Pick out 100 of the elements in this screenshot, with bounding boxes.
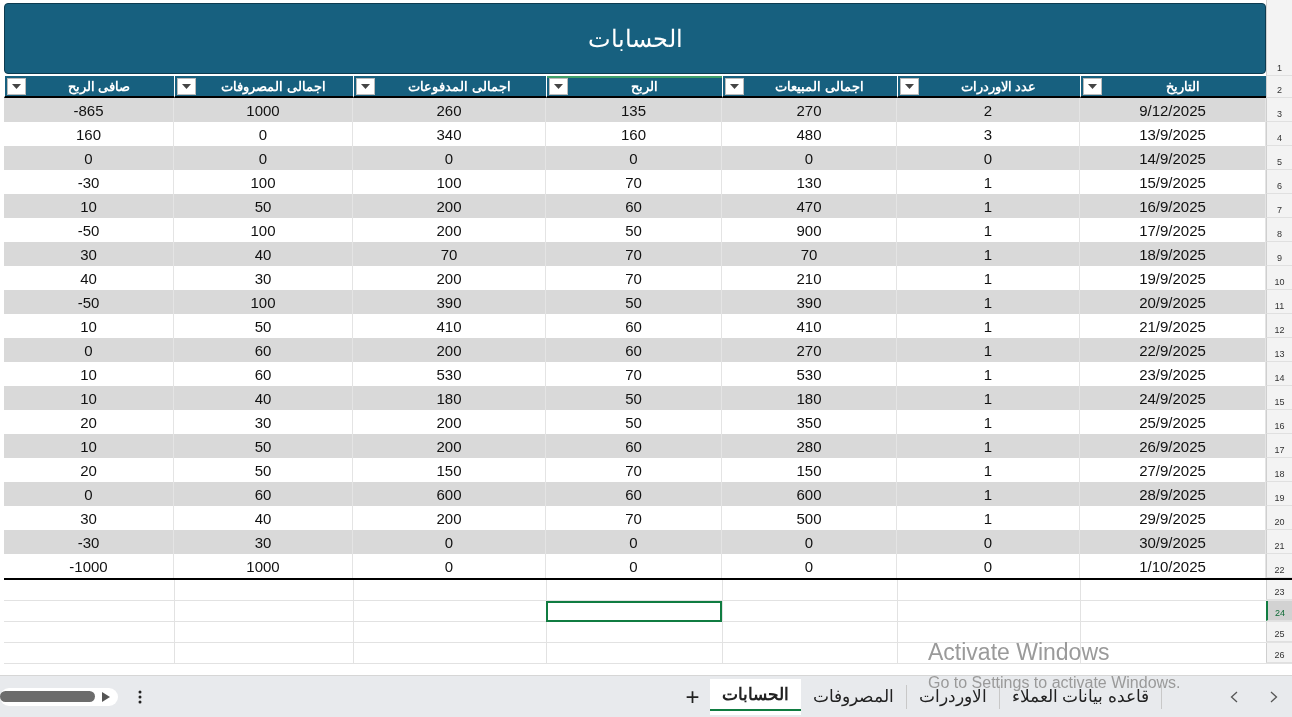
- row-number: 19: [1266, 482, 1292, 506]
- table-cell: 390: [796, 293, 822, 311]
- table-cell: 200: [436, 341, 462, 359]
- table-cell: 50: [625, 221, 642, 239]
- caret-icon: [905, 83, 914, 89]
- row-number[interactable]: 26: [1266, 643, 1292, 663]
- row-number: 13: [1266, 338, 1292, 362]
- table-cell: 0: [444, 149, 454, 167]
- table-cell: 1: [983, 365, 993, 383]
- table-cell: 470: [796, 197, 822, 215]
- table-cell: 70: [625, 509, 642, 527]
- table-cell: 1: [983, 485, 993, 503]
- table-cell: 50: [625, 413, 642, 431]
- table-cell: 13/9/2025: [1139, 125, 1206, 143]
- table-cell: 180: [436, 389, 462, 407]
- table-cell: 340: [436, 125, 462, 143]
- sheet-tab[interactable]: الحسابات: [709, 678, 801, 715]
- column-title: اجمالى المدفوعات: [407, 78, 512, 94]
- filter-dropdown-button[interactable]: [7, 77, 26, 95]
- row-number: 17: [1266, 434, 1292, 458]
- caret-icon: [730, 83, 739, 89]
- row-number[interactable]: 25: [1266, 622, 1292, 642]
- filter-dropdown-button[interactable]: [1083, 77, 1102, 95]
- table-cell: 0: [629, 149, 638, 167]
- table-cell: 0: [804, 533, 814, 551]
- table-cell: 16/9/2025: [1139, 197, 1206, 215]
- table-cell: 1/10/2025: [1139, 557, 1206, 575]
- filter-dropdown-button[interactable]: [549, 77, 568, 95]
- table-cell: 1: [983, 173, 993, 191]
- row-number[interactable]: 23: [1266, 580, 1292, 600]
- table-cell: -50: [77, 293, 100, 311]
- table-cell: 200: [436, 221, 462, 239]
- row-number[interactable]: 24: [1266, 601, 1292, 621]
- table-cell: 600: [796, 485, 822, 503]
- table-cell: 1: [983, 269, 993, 287]
- scroll-right-icon[interactable]: [101, 690, 111, 703]
- table-cell: 50: [254, 461, 272, 479]
- table-cell: 70: [440, 245, 458, 263]
- row-number: 15: [1266, 386, 1292, 410]
- table-cell: 19/9/2025: [1139, 269, 1206, 287]
- title-banner: الحسابات: [4, 3, 1266, 74]
- table-cell: 21/9/2025: [1139, 317, 1206, 335]
- caret-icon: [554, 83, 563, 89]
- table-cell: 200: [436, 269, 462, 287]
- table-cell: 410: [796, 317, 822, 335]
- table-cell: 0: [804, 557, 814, 575]
- table-cell: 1: [983, 461, 993, 479]
- column-title: عدد الاوردرات: [959, 78, 1038, 94]
- table-cell: 0: [983, 149, 993, 167]
- table-cell: 70: [625, 269, 642, 287]
- row-number: 2: [1266, 76, 1292, 98]
- add-sheet-button[interactable]: +: [675, 682, 710, 711]
- table-cell: 1: [983, 341, 993, 359]
- table-cell: 50: [625, 389, 642, 407]
- table-cell: 0: [804, 149, 814, 167]
- table-cell: 130: [796, 173, 822, 191]
- table-cell: 270: [796, 101, 822, 119]
- table-cell: 60: [254, 365, 272, 383]
- scrollbar-thumb[interactable]: [0, 691, 95, 702]
- table-cell: 30: [254, 533, 272, 551]
- row-number: 11: [1266, 290, 1292, 314]
- table-cell: 60: [254, 341, 272, 359]
- table-cell: 60: [625, 437, 642, 455]
- row-number: 8: [1266, 218, 1292, 242]
- row-number: 16: [1266, 410, 1292, 434]
- filter-dropdown-button[interactable]: [900, 77, 919, 95]
- row-number: 9: [1266, 242, 1292, 266]
- table-cell: 20: [80, 413, 97, 431]
- table-cell: 100: [250, 221, 276, 239]
- table-cell: 70: [625, 365, 642, 383]
- row-number: 4: [1266, 122, 1292, 146]
- row-number: 5: [1266, 146, 1292, 170]
- table-cell: 200: [436, 413, 462, 431]
- table-cell: 200: [436, 437, 462, 455]
- filter-dropdown-button[interactable]: [177, 77, 196, 95]
- horizontal-scrollbar[interactable]: [0, 687, 118, 706]
- table-cell: 60: [625, 197, 642, 215]
- table-cell: 1: [983, 389, 993, 407]
- table-cell: 0: [629, 557, 638, 575]
- filter-dropdown-button[interactable]: [356, 77, 375, 95]
- table-cell: 10: [80, 365, 97, 383]
- table-cell: 200: [436, 197, 462, 215]
- more-options-icon[interactable]: [138, 689, 142, 704]
- table-cell: 1: [983, 245, 993, 263]
- table-cell: 210: [796, 269, 822, 287]
- table-cell: 29/9/2025: [1139, 509, 1206, 527]
- table-cell: 60: [625, 317, 642, 335]
- caret-icon: [361, 83, 370, 89]
- table-cell: 530: [796, 365, 822, 383]
- table-cell: -30: [77, 533, 100, 551]
- table-cell: 60: [625, 485, 642, 503]
- table-cell: 0: [84, 149, 93, 167]
- table-cell: 18/9/2025: [1139, 245, 1206, 263]
- table-cell: 70: [625, 461, 642, 479]
- filter-dropdown-button[interactable]: [725, 77, 744, 95]
- table-cell: -865: [73, 101, 104, 119]
- table-cell: 15/9/2025: [1139, 173, 1206, 191]
- selected-cell[interactable]: [546, 601, 722, 622]
- row-number: 10: [1266, 266, 1292, 290]
- table-cell: 200: [436, 509, 462, 527]
